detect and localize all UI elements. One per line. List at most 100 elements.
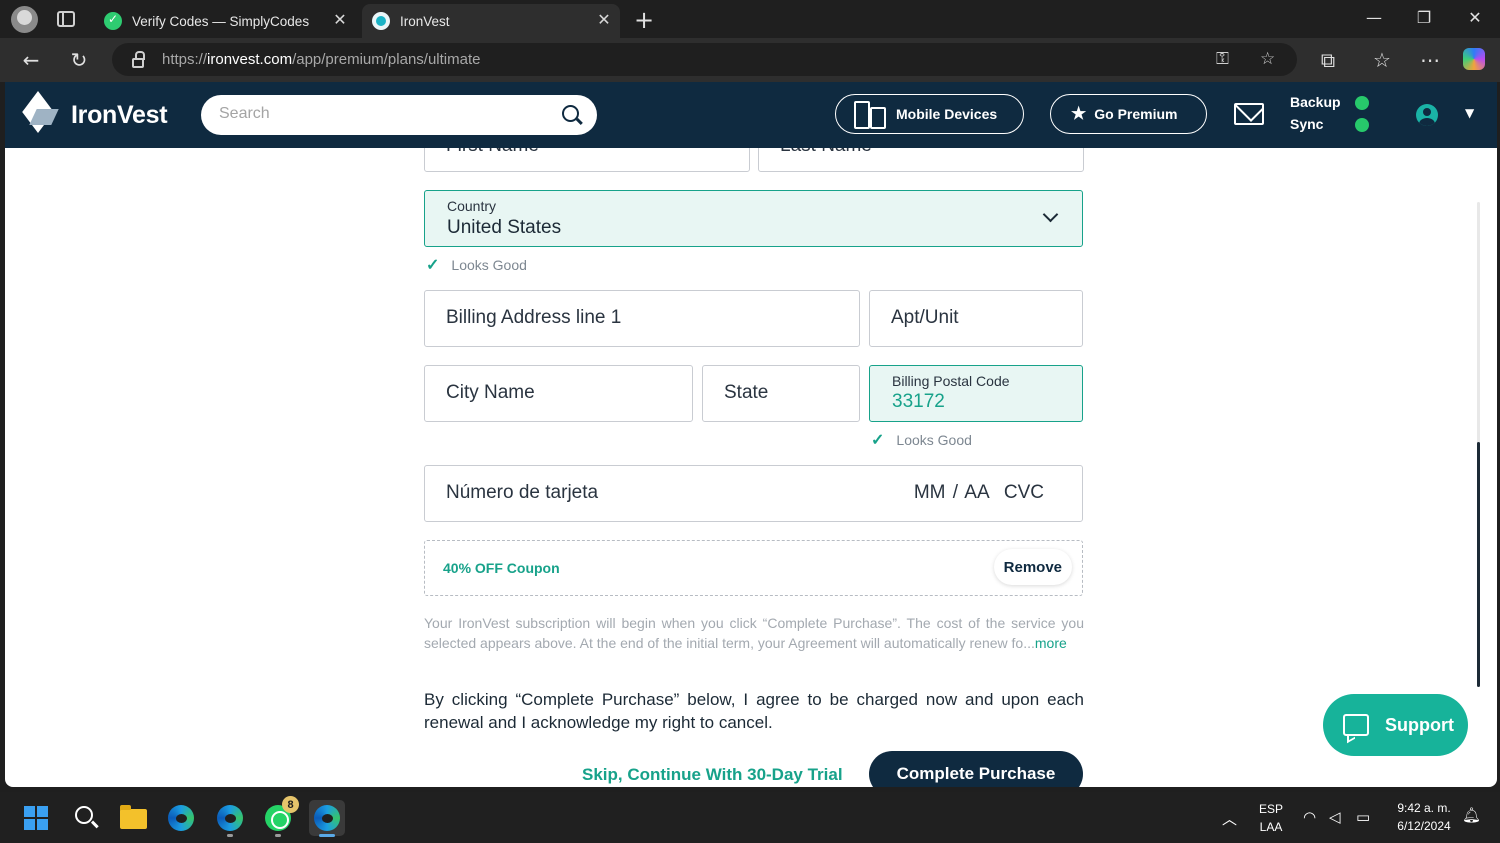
card-expiry-cvc[interactable]: MM / AA CVC bbox=[914, 482, 1044, 504]
star-icon: ★ bbox=[1071, 104, 1087, 123]
file-explorer-button[interactable] bbox=[115, 800, 151, 836]
backup-status-dot bbox=[1355, 96, 1369, 110]
card-number-field[interactable]: Número de tarjeta MM / AA CVC bbox=[424, 465, 1083, 522]
profile-avatar-icon[interactable] bbox=[11, 6, 38, 33]
search-input[interactable] bbox=[219, 105, 539, 123]
complete-purchase-button[interactable]: Complete Purchase bbox=[869, 751, 1083, 787]
active-indicator bbox=[319, 834, 335, 837]
card-expiry-placeholder: MM / AA bbox=[913, 482, 989, 503]
country-status-text: Looks Good bbox=[451, 257, 527, 273]
ironvest-logo-icon bbox=[21, 91, 63, 133]
key-icon[interactable]: ⚿ bbox=[1216, 49, 1229, 69]
notifications-bell-icon[interactable]: 🔔︎ bbox=[1462, 806, 1481, 824]
favorites-icon[interactable]: ☆ bbox=[1370, 48, 1394, 72]
new-tab-icon[interactable]: + bbox=[634, 6, 654, 34]
favorite-star-icon[interactable]: ☆ bbox=[1260, 49, 1275, 69]
tab-actions-icon[interactable] bbox=[57, 11, 75, 27]
chat-icon bbox=[1343, 714, 1369, 736]
lock-icon bbox=[132, 50, 145, 68]
tab-title: IronVest bbox=[400, 13, 450, 29]
whatsapp-button[interactable]: 8 bbox=[260, 796, 299, 837]
ironvest-logo[interactable]: IronVest bbox=[21, 91, 168, 133]
tab-ironvest[interactable]: IronVest ✕ bbox=[362, 4, 620, 38]
card-number-placeholder: Número de tarjeta bbox=[446, 482, 599, 503]
address-bar[interactable]: https://ironvest.com/app/premium/plans/u… bbox=[112, 43, 1297, 76]
sync-status-dot bbox=[1355, 118, 1369, 132]
edge-dev-button[interactable] bbox=[163, 800, 199, 836]
more-link[interactable]: more bbox=[1035, 635, 1067, 651]
apt-unit-field[interactable]: Apt/Unit bbox=[869, 290, 1083, 347]
taskbar-search-button[interactable] bbox=[67, 800, 103, 836]
search-icon[interactable] bbox=[562, 105, 579, 122]
language-bottom[interactable]: LAA bbox=[1257, 820, 1285, 834]
copilot-icon[interactable] bbox=[1463, 48, 1487, 70]
app-header-overlay: IronVest Mobile Devices ★ Go Premium Bac… bbox=[5, 82, 1497, 148]
sync-label: Sync bbox=[1290, 116, 1324, 132]
postal-code-value: 33172 bbox=[892, 391, 945, 412]
edge-icon bbox=[217, 805, 243, 831]
mail-icon[interactable] bbox=[1234, 103, 1264, 125]
extensions-icon[interactable]: ⧉ bbox=[1316, 48, 1340, 72]
go-premium-button[interactable]: ★ Go Premium bbox=[1050, 94, 1207, 134]
account-menu-caret-icon[interactable]: ▼ bbox=[1465, 106, 1474, 120]
postal-code-label: Billing Postal Code bbox=[892, 373, 1010, 389]
battery-icon[interactable]: ▭ bbox=[1356, 808, 1370, 826]
city-field[interactable]: City Name bbox=[424, 365, 693, 422]
clock-date[interactable]: 6/12/2024 bbox=[1384, 819, 1464, 833]
back-icon[interactable]: ← bbox=[19, 48, 43, 72]
volume-icon[interactable]: ◁ bbox=[1329, 808, 1341, 826]
edge-active-button[interactable] bbox=[309, 800, 345, 837]
notification-badge: 8 bbox=[282, 796, 299, 813]
billing-address-field[interactable]: Billing Address line 1 bbox=[424, 290, 860, 347]
search-box[interactable] bbox=[201, 95, 597, 135]
agreement-text: By clicking “Complete Purchase” below, I… bbox=[424, 690, 1084, 732]
country-validation: ✓ Looks Good bbox=[426, 255, 527, 275]
running-indicator bbox=[227, 834, 233, 837]
close-tab-icon[interactable]: ✕ bbox=[596, 10, 612, 29]
tab-simplycodes[interactable]: Verify Codes — SimplyCodes ✕ bbox=[94, 4, 356, 38]
country-label: Country bbox=[447, 198, 497, 214]
simplycodes-icon bbox=[104, 12, 122, 30]
restore-icon[interactable]: ❐ bbox=[1414, 8, 1434, 27]
clock-time[interactable]: 9:42 a. m. bbox=[1384, 801, 1464, 815]
edge-button[interactable] bbox=[212, 800, 248, 837]
postal-validation: ✓ Looks Good bbox=[871, 430, 972, 450]
skip-trial-link[interactable]: Skip, Continue With 30-Day Trial bbox=[582, 765, 843, 785]
support-button[interactable]: Support bbox=[1323, 694, 1468, 756]
remove-coupon-button[interactable]: Remove bbox=[993, 549, 1072, 585]
minimize-icon[interactable]: — bbox=[1364, 8, 1384, 27]
ironvest-icon bbox=[372, 12, 390, 30]
more-menu-icon[interactable]: ⋯ bbox=[1418, 48, 1442, 72]
browser-toolbar: ← ↻ https://ironvest.com/app/premium/pla… bbox=[0, 38, 1500, 82]
country-value: United States bbox=[447, 217, 562, 238]
chevron-down-icon bbox=[1042, 206, 1059, 223]
user-avatar-icon[interactable] bbox=[1416, 104, 1438, 126]
brand-name: IronVest bbox=[71, 100, 168, 129]
language-top[interactable]: ESP bbox=[1257, 802, 1285, 816]
close-tab-icon[interactable]: ✕ bbox=[332, 10, 348, 29]
go-premium-label: Go Premium bbox=[1094, 106, 1178, 122]
backup-label: Backup bbox=[1290, 94, 1341, 110]
refresh-icon[interactable]: ↻ bbox=[67, 48, 91, 72]
browser-tab-bar: Verify Codes — SimplyCodes ✕ IronVest ✕ … bbox=[0, 0, 1500, 38]
edge-icon bbox=[168, 805, 194, 831]
subscription-terms-text: Your IronVest subscription will begin wh… bbox=[424, 615, 1084, 651]
close-window-icon[interactable]: ✕ bbox=[1465, 8, 1485, 27]
city-placeholder: City Name bbox=[446, 382, 535, 403]
support-label: Support bbox=[1385, 714, 1454, 735]
country-select[interactable]: Country United States bbox=[424, 190, 1083, 247]
start-button[interactable] bbox=[18, 800, 54, 836]
wifi-icon[interactable]: ◠ bbox=[1303, 808, 1316, 826]
state-field[interactable]: State bbox=[702, 365, 860, 422]
coupon-box: 40% OFF Coupon Remove bbox=[424, 540, 1083, 596]
postal-code-field[interactable]: Billing Postal Code 33172 bbox=[869, 365, 1083, 422]
apt-unit-placeholder: Apt/Unit bbox=[891, 307, 959, 328]
mobile-devices-label: Mobile Devices bbox=[896, 106, 998, 122]
show-hidden-icons-icon[interactable]: ︿ bbox=[1222, 808, 1237, 829]
mobile-devices-button[interactable]: Mobile Devices bbox=[835, 94, 1024, 134]
url-text: https://ironvest.com/app/premium/plans/u… bbox=[162, 51, 481, 68]
tab-title: Verify Codes — SimplyCodes bbox=[132, 13, 310, 29]
edge-icon bbox=[314, 805, 340, 831]
check-icon: ✓ bbox=[426, 257, 440, 274]
scrollbar-thumb[interactable] bbox=[1477, 442, 1480, 687]
